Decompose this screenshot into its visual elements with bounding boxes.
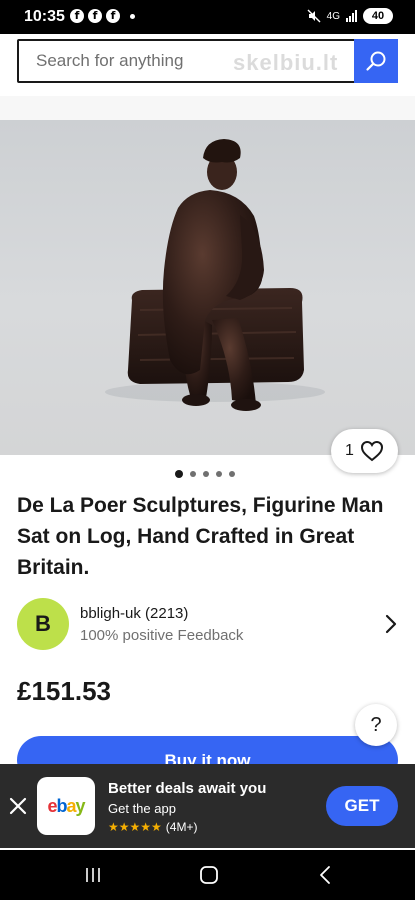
figurine-photo	[105, 139, 325, 411]
app-rating: ★★★★★ (4M+)	[108, 820, 197, 834]
ebay-app-icon: ebay	[37, 777, 95, 835]
product-image[interactable]	[0, 120, 415, 455]
pagination-dot[interactable]	[229, 471, 235, 477]
pagination-dot[interactable]	[216, 471, 222, 477]
status-time: 10:35	[24, 8, 65, 25]
pagination-dot[interactable]	[203, 471, 209, 477]
pagination-dot[interactable]	[190, 471, 196, 477]
seller-name: bbligh-uk (2213)	[80, 605, 189, 622]
divider	[0, 96, 415, 120]
back-icon	[320, 866, 330, 884]
home-button[interactable]	[197, 864, 221, 886]
signal-icon	[346, 10, 357, 22]
home-icon	[200, 866, 218, 884]
battery-icon: 40	[363, 8, 393, 24]
recent-apps-button[interactable]	[81, 864, 105, 886]
get-app-button[interactable]: GET	[326, 786, 398, 826]
image-pagination	[175, 470, 235, 478]
search-input[interactable]	[19, 41, 355, 81]
heart-icon	[360, 440, 383, 462]
app-promo-banner: ebay Better deals await you Get the app …	[0, 764, 415, 848]
recent-apps-icon	[86, 868, 100, 882]
rating-count: (4M+)	[165, 820, 198, 834]
banner-title: Better deals await you	[108, 780, 267, 797]
back-button[interactable]	[313, 864, 337, 886]
system-nav-bar	[0, 850, 415, 900]
close-icon[interactable]	[8, 796, 28, 816]
chevron-right-icon	[385, 614, 397, 634]
seller-info[interactable]: B bbligh-uk (2213) 100% positive Feedbac…	[17, 598, 399, 650]
search-button[interactable]	[354, 39, 398, 83]
facebook-icon: f	[88, 9, 102, 23]
search-icon	[366, 51, 386, 71]
seller-avatar: B	[17, 598, 69, 650]
banner-subtitle: Get the app	[108, 801, 176, 816]
star-rating-icon: ★★★★★	[108, 820, 162, 834]
search-bar: skelbiu.lt	[17, 39, 398, 83]
facebook-icon: f	[106, 9, 120, 23]
watch-count: 1	[345, 442, 354, 459]
search-header: skelbiu.lt	[0, 34, 415, 94]
network-label: 4G	[326, 10, 340, 22]
watch-button[interactable]: 1	[331, 429, 398, 473]
seller-feedback: 100% positive Feedback	[80, 627, 244, 644]
price: £151.53	[17, 676, 111, 706]
mute-icon	[307, 9, 321, 23]
facebook-icon: f	[70, 9, 84, 23]
status-bar: 10:35 f f f 4G 40	[0, 0, 415, 34]
notification-icons: f f f	[70, 9, 135, 23]
more-notifications-icon	[130, 13, 135, 19]
help-button[interactable]: ?	[355, 704, 397, 746]
status-indicators: 4G 40	[307, 8, 393, 24]
product-title: De La Poer Sculptures, Figurine Man Sat …	[17, 494, 384, 579]
pagination-dot-active[interactable]	[175, 470, 183, 478]
ebay-logo: ebay	[47, 795, 85, 816]
